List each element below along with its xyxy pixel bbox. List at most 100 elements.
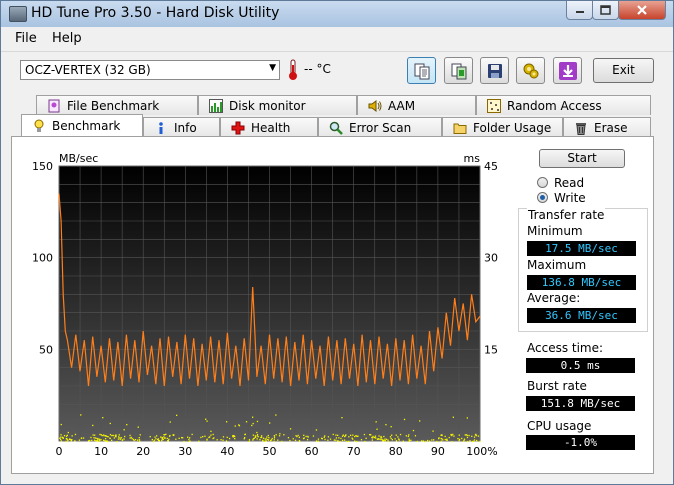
- access-time-point: [403, 418, 406, 421]
- download-button[interactable]: [553, 57, 582, 84]
- access-time-point: [321, 437, 323, 439]
- access-time-point: [191, 433, 193, 436]
- save-button[interactable]: [480, 57, 509, 84]
- access-time-point: [352, 434, 354, 436]
- access-time-point: [479, 440, 481, 443]
- access-time-point: [139, 440, 141, 442]
- tab-info[interactable]: Info: [143, 117, 220, 137]
- tab-folder-usage[interactable]: Folder Usage: [442, 117, 563, 137]
- start-button[interactable]: Start: [539, 149, 625, 168]
- exit-button[interactable]: Exit: [593, 58, 654, 83]
- access-time-point: [387, 440, 389, 443]
- access-time-point: [273, 438, 275, 440]
- write-radio[interactable]: Write: [537, 191, 627, 206]
- access-time-point: [278, 435, 281, 437]
- access-time-point: [433, 439, 435, 441]
- x-tick-label: 0: [56, 445, 63, 457]
- x-tick-label: 80: [389, 445, 403, 457]
- copy-text-button[interactable]: [407, 57, 436, 84]
- chevron-down-icon: ▼: [269, 63, 276, 73]
- access-time-point: [262, 439, 264, 442]
- access-time-point: [245, 421, 248, 423]
- benchmark-panel: MB/sec ms 150 100 50 45 30 15 0 10 20 30 40 50 60 70 8…: [11, 136, 654, 474]
- y-left-tick-label: 100: [32, 252, 53, 265]
- title-bar[interactable]: HD Tune Pro 3.50 - Hard Disk Utility: [1, 1, 673, 27]
- access-time-point: [279, 433, 281, 435]
- tab-disk-monitor[interactable]: Disk monitor: [198, 95, 357, 115]
- close-button[interactable]: [618, 1, 666, 20]
- access-time-point: [234, 425, 236, 427]
- access-time-point: [391, 434, 393, 436]
- tab-erase[interactable]: Erase: [563, 117, 651, 137]
- access-time-point: [183, 440, 185, 443]
- access-time-point: [385, 438, 388, 440]
- access-time-point: [78, 439, 81, 441]
- access-time-point: [206, 420, 208, 422]
- access-time-point: [109, 422, 111, 425]
- access-time-point: [424, 440, 427, 443]
- access-time-point: [254, 436, 257, 438]
- access-time-point: [67, 439, 69, 442]
- tab-error-scan[interactable]: Error Scan: [318, 117, 442, 137]
- access-time-point: [380, 435, 382, 438]
- access-time-point: [164, 437, 166, 439]
- thermometer-icon: [289, 59, 297, 80]
- access-time-point: [252, 416, 254, 418]
- tab-health[interactable]: Health: [220, 117, 318, 137]
- access-time-point: [452, 433, 454, 436]
- disk-monitor-icon: [209, 98, 223, 113]
- tab-benchmark[interactable]: Benchmark: [21, 114, 143, 137]
- access-time-point: [118, 434, 120, 436]
- access-time-point: [315, 429, 318, 431]
- drive-dropdown[interactable]: OCZ-VERTEX (32 GB) ▼: [20, 60, 280, 80]
- write-radio-dot: [537, 192, 548, 203]
- access-time-point: [283, 434, 285, 436]
- read-radio[interactable]: Read: [537, 176, 627, 191]
- menu-help[interactable]: Help: [52, 31, 82, 46]
- access-time-point: [153, 441, 155, 443]
- access-time-point: [94, 434, 96, 436]
- access-time-point: [292, 438, 294, 440]
- access-time-point: [389, 436, 392, 438]
- access-time-point: [410, 439, 412, 441]
- file-benchmark-icon: [48, 99, 60, 112]
- maximize-button[interactable]: [592, 1, 619, 20]
- access-time-point: [337, 434, 339, 436]
- access-time-point: [252, 422, 254, 425]
- average-value: 36.6 MB/sec: [527, 308, 636, 323]
- access-time-point: [458, 438, 461, 440]
- options-button[interactable]: [516, 57, 545, 84]
- access-time-point: [268, 439, 270, 441]
- access-time-point: [414, 435, 417, 437]
- access-time-point: [371, 437, 374, 439]
- access-time-point: [98, 438, 101, 440]
- access-time-point: [348, 436, 350, 438]
- minimize-button[interactable]: [566, 1, 593, 20]
- close-icon: [637, 5, 647, 15]
- access-time-point: [471, 435, 473, 437]
- access-time-point: [264, 440, 266, 442]
- tab-file-benchmark[interactable]: File Benchmark: [36, 95, 198, 115]
- access-time-point: [315, 440, 318, 442]
- tab-random-access[interactable]: Random Access: [476, 95, 651, 115]
- copy-screenshot-button[interactable]: [444, 57, 473, 84]
- access-time-point: [248, 440, 250, 442]
- access-time-point: [225, 440, 228, 442]
- access-time-point: [464, 434, 466, 436]
- access-time-point: [450, 434, 452, 436]
- access-time-point: [448, 436, 450, 439]
- tab-label: Error Scan: [349, 120, 412, 135]
- access-time-point: [260, 436, 263, 439]
- access-time-point: [458, 434, 460, 436]
- tab-label: Health: [251, 120, 291, 135]
- access-time-point: [118, 436, 120, 438]
- access-time-point: [74, 440, 76, 442]
- tab-aam[interactable]: AAM: [357, 95, 476, 115]
- chart-grid: [58, 165, 481, 442]
- menu-file[interactable]: File: [15, 31, 37, 46]
- access-time-point: [198, 440, 200, 442]
- download-icon: [558, 61, 577, 80]
- y-right-tick-label: 15: [484, 343, 498, 356]
- access-time-point: [317, 440, 319, 442]
- access-time-point: [209, 436, 211, 438]
